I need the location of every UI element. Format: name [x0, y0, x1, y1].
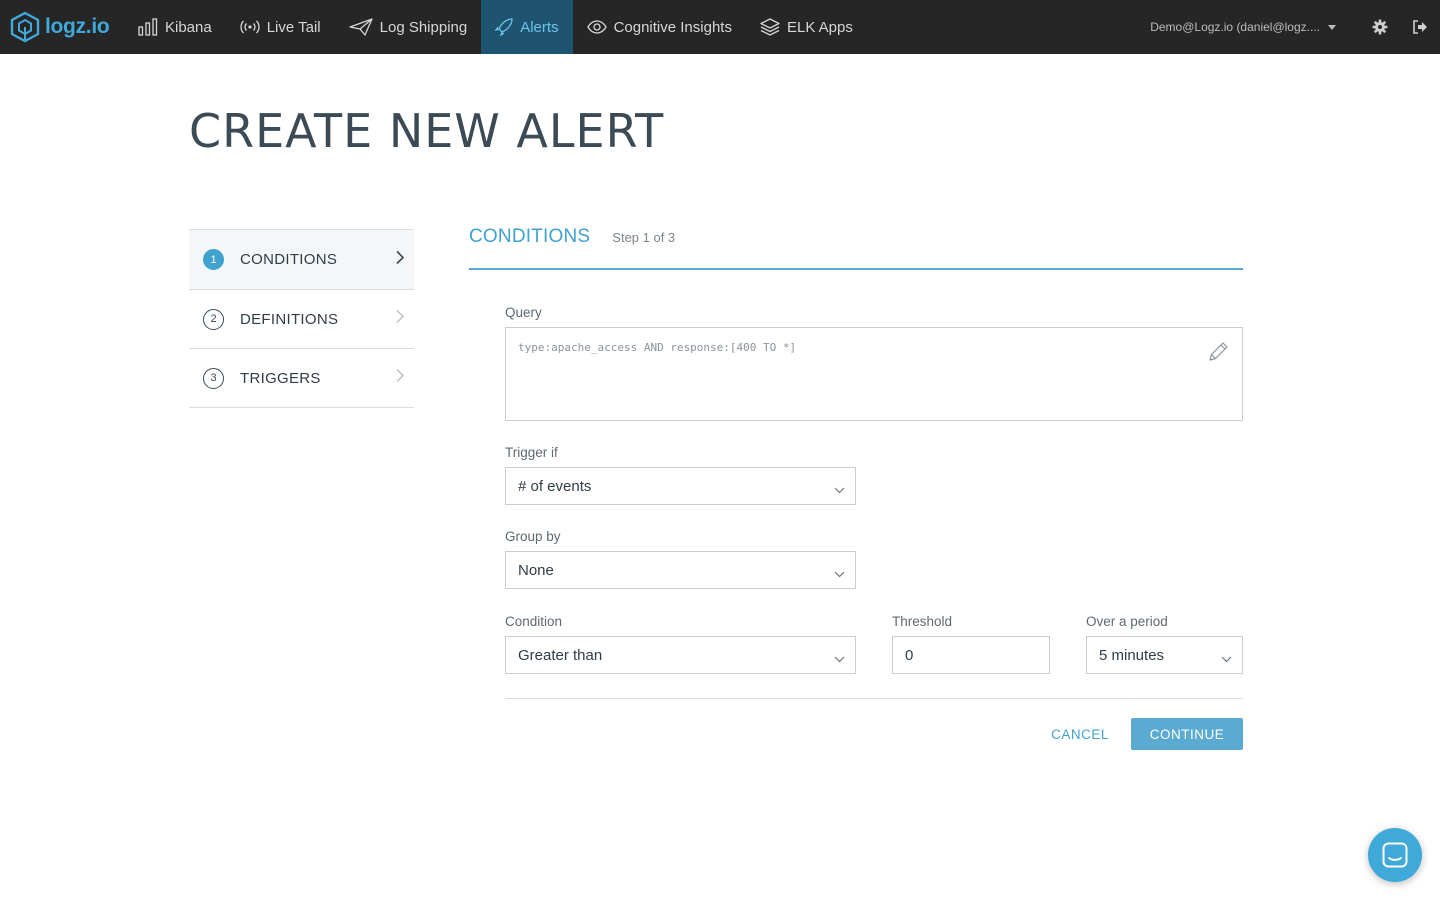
nav-item-label: Alerts: [520, 18, 559, 36]
settings-button[interactable]: [1360, 0, 1400, 54]
condition-label: Condition: [505, 614, 563, 629]
step-triggers[interactable]: 3 TRIGGERS: [189, 349, 414, 408]
nav-item-label: Kibana: [165, 18, 212, 36]
step-conditions[interactable]: 1 CONDITIONS: [189, 230, 414, 290]
period-select[interactable]: 5 minutes: [1086, 636, 1243, 674]
step-number: 2: [203, 308, 224, 330]
section-header: CONDITIONS Step 1 of 3: [469, 226, 1243, 270]
step-label: CONDITIONS: [240, 251, 338, 268]
nav-item-kibana[interactable]: Kibana: [124, 0, 226, 54]
chevron-down-icon: [1221, 650, 1232, 667]
period-label: Over a period: [1086, 614, 1168, 629]
page-title: CREATE NEW ALERT: [189, 104, 665, 158]
step-label: DEFINITIONS: [240, 310, 339, 328]
chat-widget-button[interactable]: [1368, 828, 1422, 882]
bar-chart-icon: [138, 18, 158, 36]
nav-item-elk-apps[interactable]: ELK Apps: [746, 0, 867, 54]
step-number: 3: [203, 367, 224, 389]
condition-select[interactable]: Greater than: [505, 636, 856, 674]
chevron-down-icon: [834, 565, 845, 582]
threshold-label: Threshold: [892, 614, 953, 629]
step-definitions[interactable]: 2 DEFINITIONS: [189, 290, 414, 349]
nav-item-label: Cognitive Insights: [613, 18, 732, 36]
nav-item-label: Live Tail: [266, 18, 321, 36]
nav-item-log-shipping[interactable]: Log Shipping: [335, 0, 482, 54]
query-label: Query: [505, 305, 542, 320]
layers-icon: [760, 18, 780, 36]
group-by-value: None: [518, 561, 554, 579]
condition-value: Greater than: [518, 646, 603, 664]
eye-icon: [586, 20, 607, 34]
period-value: 5 minutes: [1099, 646, 1165, 664]
query-text: type:apache_access AND response:[400 TO …: [518, 341, 797, 354]
nav-item-label: Log Shipping: [379, 18, 468, 36]
section-title: CONDITIONS: [469, 226, 591, 247]
user-name: Demo@Logz.io (daniel@logz....: [1150, 20, 1320, 34]
chevron-right-icon: [396, 369, 404, 388]
continue-button[interactable]: CONTINUE: [1131, 718, 1243, 750]
logo[interactable]: logz.io: [0, 0, 124, 54]
section-step-indicator: Step 1 of 3: [612, 230, 676, 245]
caret-down-icon: [1328, 24, 1336, 30]
paper-plane-icon: [348, 18, 373, 36]
nav-item-label: ELK Apps: [786, 18, 853, 36]
group-by-select[interactable]: None: [505, 551, 856, 589]
chevron-right-icon: [396, 310, 404, 329]
cancel-button[interactable]: CANCEL: [1046, 718, 1114, 750]
broadcast-icon: [240, 19, 260, 35]
chat-icon: [1382, 842, 1408, 868]
logo-icon: [10, 11, 40, 43]
threshold-input[interactable]: [892, 636, 1050, 674]
user-menu[interactable]: Demo@Logz.io (daniel@logz....: [1150, 20, 1336, 34]
logout-button[interactable]: [1400, 0, 1440, 54]
chevron-down-icon: [834, 481, 845, 498]
logout-icon: [1413, 20, 1427, 34]
trigger-select[interactable]: # of events: [505, 467, 856, 505]
trigger-value: # of events: [518, 477, 592, 495]
chevron-right-icon: [396, 250, 405, 269]
group-by-label: Group by: [505, 529, 561, 544]
query-input[interactable]: type:apache_access AND response:[400 TO …: [505, 327, 1243, 421]
chevron-down-icon: [834, 650, 845, 667]
logo-text: logz.io: [45, 15, 110, 38]
pencil-icon[interactable]: [1206, 340, 1230, 369]
trigger-label: Trigger if: [505, 445, 558, 460]
gear-icon: [1372, 19, 1388, 35]
nav-item-live-tail[interactable]: Live Tail: [226, 0, 335, 54]
steps-sidebar: 1 CONDITIONS 2 DEFINITIONS 3 TRIGGERS: [189, 229, 414, 408]
step-number: 1: [203, 249, 224, 270]
top-navbar: logz.io Kibana Live Tail Log Shipping Al…: [0, 0, 1440, 54]
step-label: TRIGGERS: [240, 369, 321, 387]
rocket-icon: [495, 18, 513, 36]
nav-item-alerts[interactable]: Alerts: [481, 0, 573, 54]
form-divider: [505, 698, 1243, 699]
nav-item-cognitive-insights[interactable]: Cognitive Insights: [573, 0, 746, 54]
